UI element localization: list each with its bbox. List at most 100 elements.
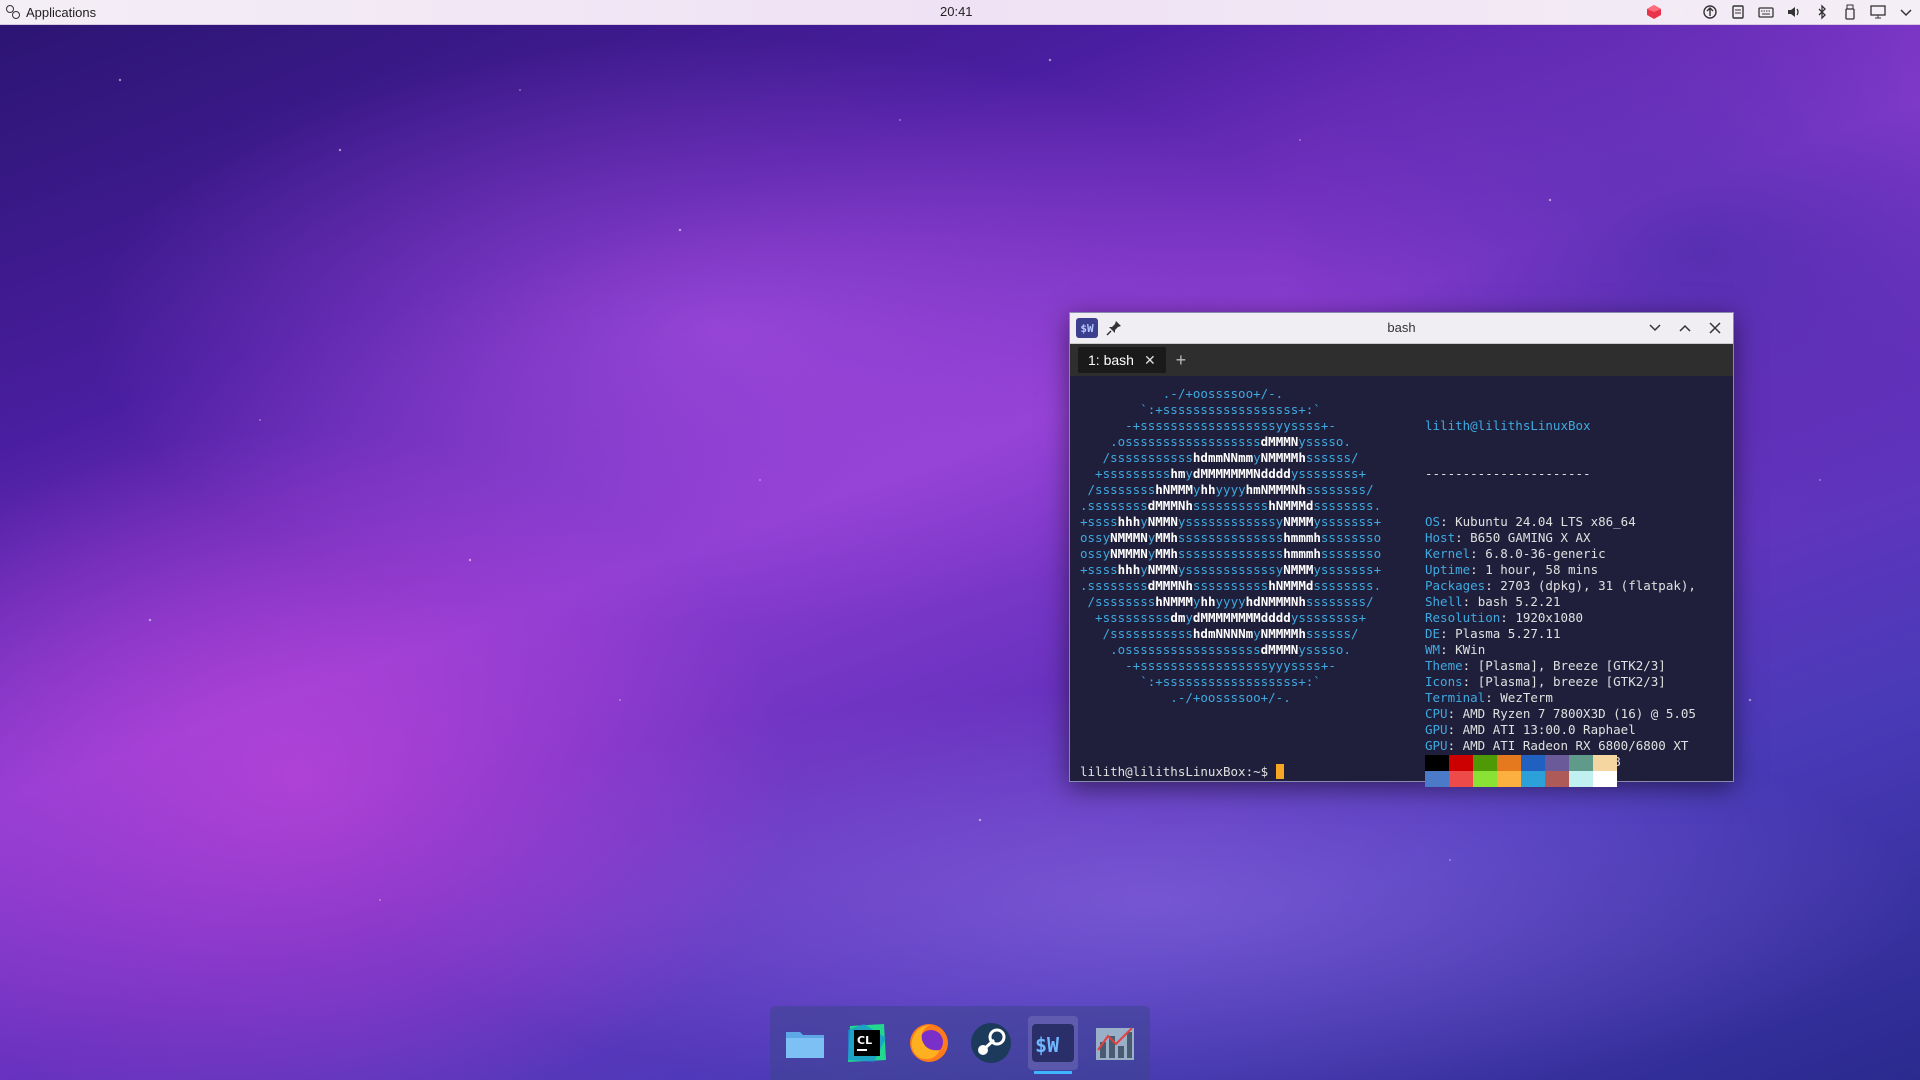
- keyboard-icon[interactable]: [1758, 4, 1774, 20]
- logo-line: .-/+oossssoo+/-.: [1080, 386, 1284, 401]
- neofetch-key: Theme: [1425, 658, 1463, 673]
- tab-label: 1: bash: [1088, 352, 1134, 368]
- tab-bash[interactable]: 1: bash ✕: [1078, 347, 1166, 373]
- firefox-icon: [910, 1024, 948, 1062]
- dock-file-manager[interactable]: [780, 1016, 830, 1070]
- palette-swatch: [1425, 771, 1449, 787]
- applications-menu[interactable]: Applications: [0, 0, 96, 24]
- applications-label: Applications: [26, 4, 97, 20]
- logo-line: .-/+oossssoo+/-.: [1080, 690, 1291, 705]
- logo-line: /ssssssssssshdmNNNNmyNMMMMhssssss/: [1080, 626, 1359, 641]
- pin-icon[interactable]: [1106, 320, 1122, 336]
- maximize-button[interactable]: [1675, 318, 1695, 338]
- neofetch-key: GPU: [1425, 722, 1448, 737]
- chevron-down-icon: [1649, 324, 1661, 332]
- neofetch-value: : 1920x1080: [1500, 610, 1584, 625]
- neofetch-key: Kernel: [1425, 546, 1471, 561]
- dock-system-monitor[interactable]: [1090, 1016, 1140, 1070]
- neofetch-value: : KWin: [1440, 642, 1486, 657]
- clion-icon: CL: [848, 1024, 886, 1062]
- volume-icon[interactable]: [1786, 4, 1802, 20]
- neofetch-row: Packages: 2703 (dpkg), 31 (flatpak),: [1425, 578, 1696, 594]
- logo-line: /ssssssssssshdmmNNmmyNMMMMhssssss/: [1080, 450, 1359, 465]
- window-titlebar[interactable]: $W bash: [1070, 313, 1733, 344]
- wezterm-app-icon[interactable]: $W: [1076, 318, 1098, 338]
- terminal-window: $W bash 1: bash ✕ + .-/+oossssoo+/-. `:+…: [1069, 312, 1734, 787]
- battery-icon[interactable]: [1674, 4, 1690, 20]
- neofetch-header: lilith@lilithsLinuxBox: [1425, 418, 1591, 433]
- neofetch-value: : Plasma 5.27.11: [1440, 626, 1561, 641]
- close-button[interactable]: [1705, 318, 1725, 338]
- applications-icon: [6, 5, 20, 19]
- neofetch-separator: ----------------------: [1425, 466, 1591, 481]
- palette-swatch: [1497, 771, 1521, 787]
- add-tab-button[interactable]: +: [1176, 350, 1187, 371]
- dock-wezterm[interactable]: $W: [1028, 1016, 1078, 1074]
- logo-line: +sssshhhyNMMNyssssssssssssyNMMMysssssss+: [1080, 514, 1382, 529]
- neofetch-key: Host: [1425, 530, 1456, 545]
- palette-swatch: [1593, 755, 1617, 771]
- logo-line: -+ssssssssssssssssssyyssss+-: [1080, 418, 1336, 433]
- dock-steam[interactable]: [966, 1016, 1016, 1070]
- chevron-up-icon: [1679, 324, 1691, 332]
- usb-icon[interactable]: [1842, 4, 1858, 20]
- clipboard-icon[interactable]: [1730, 4, 1746, 20]
- neofetch-row: Kernel: 6.8.0-36-generic: [1425, 546, 1696, 562]
- dock-firefox[interactable]: [904, 1016, 954, 1070]
- chevron-down-icon[interactable]: [1898, 4, 1914, 20]
- logo-line: +ssssssssshmydMMMMMMMNddddyssssssss+: [1080, 466, 1367, 481]
- neofetch-row: GPU: AMD ATI Radeon RX 6800/6800 XT: [1425, 738, 1696, 754]
- system-tray: [1646, 0, 1914, 24]
- logo-line: +sssshhhyNMMNyssssssssssssyNMMMysssssss+: [1080, 562, 1382, 577]
- neofetch-info: lilith@lilithsLinuxBox -----------------…: [1425, 386, 1696, 802]
- neofetch-value: : WezTerm: [1485, 690, 1553, 705]
- display-icon[interactable]: [1870, 4, 1886, 20]
- neofetch-value: : AMD ATI 13:00.0 Raphael: [1447, 722, 1636, 737]
- close-icon[interactable]: ✕: [1144, 352, 1156, 369]
- neofetch-key: WM: [1425, 642, 1441, 657]
- palette-swatch: [1497, 755, 1521, 771]
- neofetch-key: DE: [1425, 626, 1441, 641]
- neofetch-row: Theme: [Plasma], Breeze [GTK2/3]: [1425, 658, 1696, 674]
- palette-swatch: [1569, 755, 1593, 771]
- prompt-text: lilith@lilithsLinuxBox:~$: [1080, 764, 1276, 779]
- neofetch-value: : AMD Ryzen 7 7800X3D (16) @ 5.05: [1447, 706, 1696, 721]
- clion-icon-label: CL: [857, 1034, 872, 1047]
- logo-line: `:+ssssssssssssssssss+:`: [1080, 674, 1321, 689]
- neofetch-key: OS: [1425, 514, 1441, 529]
- neofetch-row: Host: B650 GAMING X AX: [1425, 530, 1696, 546]
- palette-swatch: [1473, 755, 1497, 771]
- neofetch-value: : bash 5.2.21: [1462, 594, 1561, 609]
- neofetch-row: Icons: [Plasma], breeze [GTK2/3]: [1425, 674, 1696, 690]
- palette-swatch: [1593, 771, 1617, 787]
- neofetch-value: : [Plasma], Breeze [GTK2/3]: [1462, 658, 1666, 673]
- window-title: bash: [1387, 320, 1416, 335]
- neofetch-row: Terminal: WezTerm: [1425, 690, 1696, 706]
- neofetch-value: : B650 GAMING X AX: [1455, 530, 1591, 545]
- folder-icon: [786, 1032, 824, 1058]
- logo-line: ossyNMMMNyMMhsssssssssssssshmmmhssssssso: [1080, 546, 1382, 561]
- close-icon: [1709, 322, 1721, 334]
- neofetch-row: Resolution: 1920x1080: [1425, 610, 1696, 626]
- palette-swatch: [1545, 755, 1569, 771]
- logo-line: /sssssssshNMMMyhhyyyyhmNMMMNhssssssss/: [1080, 482, 1374, 497]
- terminal-content[interactable]: .-/+oossssoo+/-. `:+ssssssssssssssssss+:…: [1070, 376, 1733, 787]
- logo-line: .ssssssssdMMMNhsssssssssshNMMMdssssssss.: [1080, 578, 1382, 593]
- palette-swatch: [1449, 771, 1473, 787]
- shell-prompt: lilith@lilithsLinuxBox:~$: [1080, 764, 1284, 780]
- text-cursor: [1275, 764, 1284, 779]
- network-icon[interactable]: [1702, 4, 1718, 20]
- neofetch-value: : 2703 (dpkg), 31 (flatpak),: [1485, 578, 1696, 593]
- neofetch-key: Shell: [1425, 594, 1463, 609]
- palette-swatch: [1425, 755, 1449, 771]
- neofetch-key: GPU: [1425, 738, 1448, 753]
- color-app-icon[interactable]: [1646, 4, 1662, 20]
- dock-clion[interactable]: CL: [842, 1016, 892, 1070]
- clock[interactable]: 20:41: [940, 4, 973, 19]
- minimize-button[interactable]: [1645, 318, 1665, 338]
- neofetch-row: CPU: AMD Ryzen 7 7800X3D (16) @ 5.05: [1425, 706, 1696, 722]
- top-panel: Applications 20:41: [0, 0, 1920, 25]
- neofetch-value: : Kubuntu 24.04 LTS x86_64: [1440, 514, 1636, 529]
- bluetooth-icon[interactable]: [1814, 4, 1830, 20]
- neofetch-row: DE: Plasma 5.27.11: [1425, 626, 1696, 642]
